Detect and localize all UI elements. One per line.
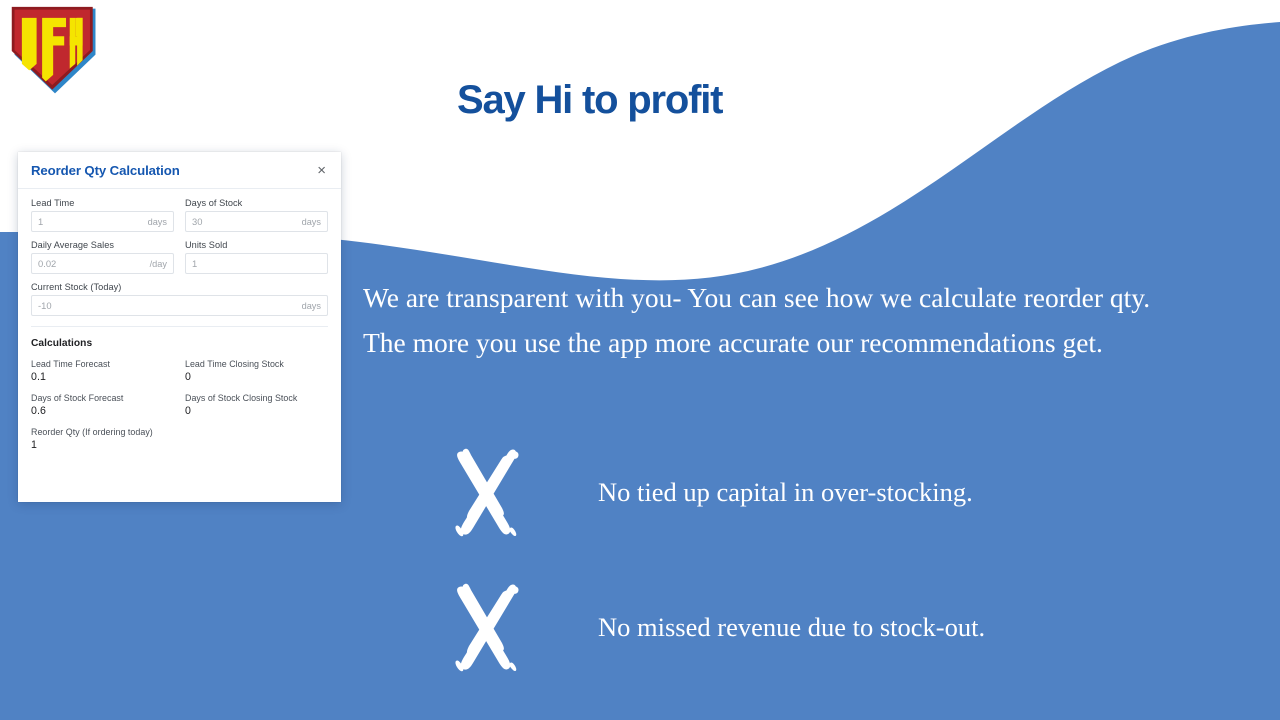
calculation-row: Reorder Qty (If ordering today) 1 xyxy=(31,427,328,451)
page-title: Say Hi to profit xyxy=(457,78,723,122)
units-sold-input[interactable]: 1 xyxy=(185,253,328,274)
field-unit: days xyxy=(147,216,167,227)
field-value: 30 xyxy=(192,216,203,227)
field-value: 1 xyxy=(38,216,44,227)
calc-lead-time-forecast: Lead Time Forecast 0.1 xyxy=(31,359,174,383)
calc-label: Days of Stock Closing Stock xyxy=(185,393,298,403)
calc-reorder-qty: Reorder Qty (If ordering today) 1 xyxy=(31,427,328,451)
calculations-heading: Calculations xyxy=(31,338,93,349)
modal-body: Lead Time 1 days Days of Stock 30 days D… xyxy=(18,189,341,451)
lead-time-input[interactable]: 1 days xyxy=(31,211,174,232)
ifh-shield-logo-icon xyxy=(11,6,96,94)
field-days-of-stock: Days of Stock 30 days xyxy=(185,198,328,232)
calc-label: Lead Time Forecast xyxy=(31,359,110,369)
calc-value: 0.6 xyxy=(31,405,47,417)
calc-value: 0 xyxy=(185,405,191,417)
field-value: 0.02 xyxy=(38,258,57,269)
field-label: Units Sold xyxy=(185,240,228,250)
modal-header: Reorder Qty Calculation × xyxy=(18,152,341,189)
field-label: Daily Average Sales xyxy=(31,240,115,250)
x-brush-mark-icon xyxy=(455,583,519,672)
divider xyxy=(31,326,328,327)
days-of-stock-input[interactable]: 30 days xyxy=(185,211,328,232)
field-unit: days xyxy=(301,216,321,227)
daily-average-sales-input[interactable]: 0.02 /day xyxy=(31,253,174,274)
slide-canvas: Say Hi to profit We are transparent with… xyxy=(0,0,1280,720)
bullet-item-1: No missed revenue due to stock-out. xyxy=(447,581,985,673)
field-lead-time: Lead Time 1 days xyxy=(31,198,174,232)
bullet-label: No missed revenue due to stock-out. xyxy=(598,611,986,642)
calc-days-of-stock-forecast: Days of Stock Forecast 0.6 xyxy=(31,393,174,417)
reorder-qty-calculation-modal: Reorder Qty Calculation × Lead Time 1 da… xyxy=(18,152,341,502)
calculation-row: Lead Time Forecast 0.1 Lead Time Closing… xyxy=(31,359,328,383)
calc-value: 1 xyxy=(31,439,37,451)
calc-label: Lead Time Closing Stock xyxy=(185,359,284,369)
current-stock-input[interactable]: -10 days xyxy=(31,295,328,316)
field-row: Daily Average Sales 0.02 /day Units Sold… xyxy=(31,240,328,274)
calc-value: 0 xyxy=(185,371,191,383)
field-current-stock-today: Current Stock (Today) -10 days xyxy=(31,282,328,316)
field-label: Lead Time xyxy=(31,198,75,208)
field-value: 1 xyxy=(192,258,198,269)
close-icon[interactable]: × xyxy=(314,161,329,180)
bullet-item-0: No tied up capital in over-stocking. xyxy=(447,446,973,538)
field-label: Current Stock (Today) xyxy=(31,282,122,292)
calculation-row: Days of Stock Forecast 0.6 Days of Stock… xyxy=(31,393,328,417)
field-row: Current Stock (Today) -10 days xyxy=(31,282,328,316)
field-units-sold: Units Sold 1 xyxy=(185,240,328,274)
field-unit: days xyxy=(301,300,321,311)
field-unit: /day xyxy=(149,258,167,269)
calc-days-of-stock-closing-stock: Days of Stock Closing Stock 0 xyxy=(185,393,328,417)
intro-paragraph: We are transparent with you- You can see… xyxy=(363,282,1151,358)
calc-label: Days of Stock Forecast xyxy=(31,393,124,403)
bullet-label: No tied up capital in over-stocking. xyxy=(598,476,973,507)
modal-title: Reorder Qty Calculation xyxy=(31,162,180,178)
calc-label: Reorder Qty (If ordering today) xyxy=(31,427,153,437)
x-brush-mark-icon xyxy=(455,448,519,537)
field-value: -10 xyxy=(38,300,52,311)
calc-value: 0.1 xyxy=(31,371,47,383)
field-daily-average-sales: Daily Average Sales 0.02 /day xyxy=(31,240,174,274)
calc-lead-time-closing-stock: Lead Time Closing Stock 0 xyxy=(185,359,328,383)
field-label: Days of Stock xyxy=(185,198,243,208)
field-row: Lead Time 1 days Days of Stock 30 days xyxy=(31,198,328,232)
